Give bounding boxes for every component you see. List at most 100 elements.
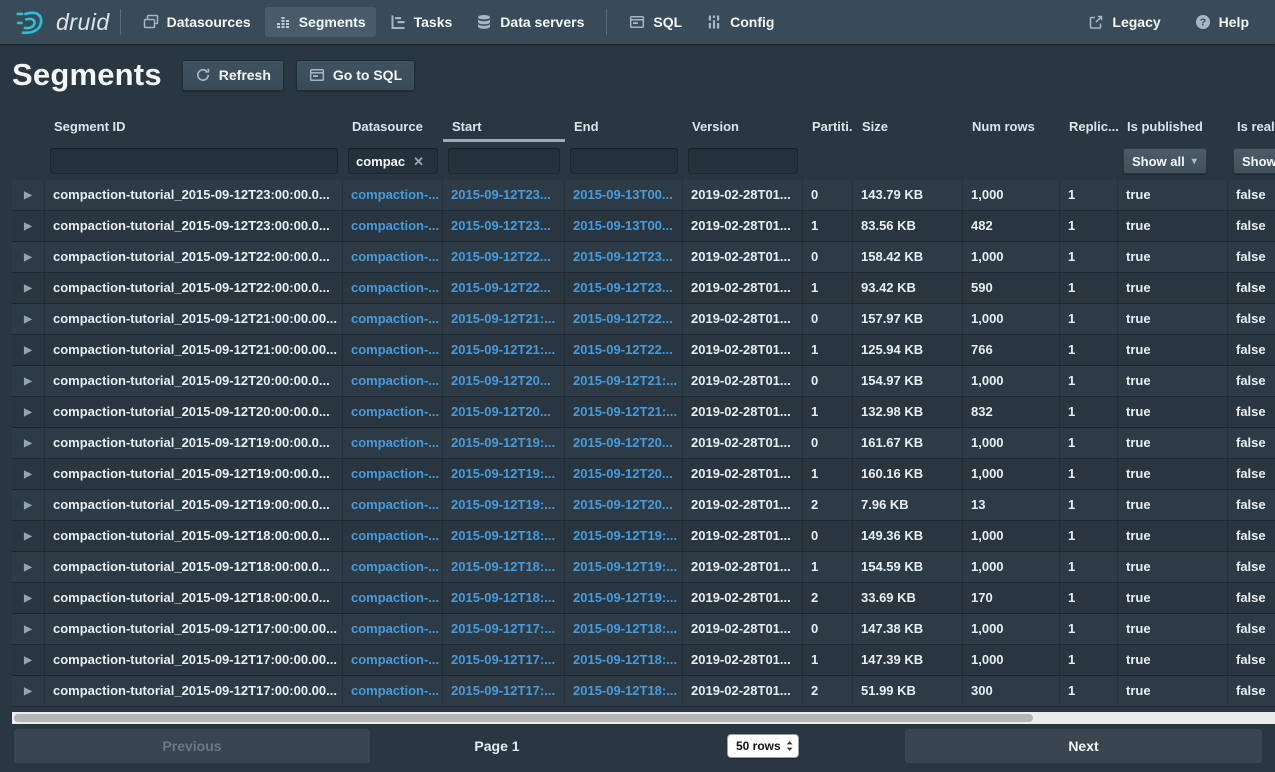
datasource-link[interactable]: compaction-... <box>343 397 443 427</box>
col-replicas[interactable]: Replic... <box>1060 112 1118 142</box>
start-link[interactable]: 2015-09-12T20... <box>443 366 565 396</box>
datasource-link[interactable]: compaction-... <box>343 335 443 365</box>
end-link[interactable]: 2015-09-12T18:... <box>565 614 683 644</box>
start-link[interactable]: 2015-09-12T19:... <box>443 459 565 489</box>
expand-row-button[interactable]: ▶ <box>12 459 45 489</box>
end-link[interactable]: 2015-09-12T23... <box>565 273 683 303</box>
col-end[interactable]: End <box>565 112 683 142</box>
start-link[interactable]: 2015-09-12T18:... <box>443 521 565 551</box>
datasource-link[interactable]: compaction-... <box>343 676 443 706</box>
nav-data-servers[interactable]: Data servers <box>466 7 594 37</box>
datasource-filter-input[interactable]: compac ✕ <box>348 148 438 174</box>
expand-row-button[interactable]: ▶ <box>12 428 45 458</box>
start-link[interactable]: 2015-09-12T23... <box>443 180 565 210</box>
datasource-link[interactable]: compaction-... <box>343 459 443 489</box>
expand-row-button[interactable]: ▶ <box>12 676 45 706</box>
expand-row-button[interactable]: ▶ <box>12 335 45 365</box>
datasource-link[interactable]: compaction-... <box>343 211 443 241</box>
version-filter-input[interactable] <box>688 148 798 174</box>
datasource-link[interactable]: compaction-... <box>343 552 443 582</box>
horizontal-scrollbar[interactable] <box>12 712 1275 724</box>
col-num-rows[interactable]: Num rows <box>963 112 1060 142</box>
datasource-link[interactable]: compaction-... <box>343 273 443 303</box>
start-link[interactable]: 2015-09-12T18:... <box>443 583 565 613</box>
start-link[interactable]: 2015-09-12T18:... <box>443 552 565 582</box>
end-link[interactable]: 2015-09-12T20... <box>565 490 683 520</box>
start-link[interactable]: 2015-09-12T22... <box>443 273 565 303</box>
end-link[interactable]: 2015-09-12T20... <box>565 428 683 458</box>
is-published-filter-select[interactable]: Show all ▾ <box>1123 148 1207 174</box>
datasource-link[interactable]: compaction-... <box>343 180 443 210</box>
datasource-link[interactable]: compaction-... <box>343 242 443 272</box>
start-filter-input[interactable] <box>448 148 560 174</box>
col-datasource[interactable]: Datasource <box>343 112 443 142</box>
datasource-link[interactable]: compaction-... <box>343 521 443 551</box>
col-version[interactable]: Version <box>683 112 803 142</box>
end-link[interactable]: 2015-09-12T21:... <box>565 366 683 396</box>
brand-logo[interactable]: druid <box>14 5 110 39</box>
nav-datasources[interactable]: Datasources <box>133 7 261 37</box>
start-link[interactable]: 2015-09-12T17:... <box>443 676 565 706</box>
end-link[interactable]: 2015-09-12T23... <box>565 242 683 272</box>
segment-id-filter-input[interactable] <box>50 148 338 174</box>
remove-tag-icon[interactable]: ✕ <box>413 155 424 168</box>
expand-row-button[interactable]: ▶ <box>12 273 45 303</box>
end-link[interactable]: 2015-09-12T21:... <box>565 397 683 427</box>
scrollbar-thumb[interactable] <box>14 714 1033 722</box>
end-link[interactable]: 2015-09-13T00... <box>565 180 683 210</box>
start-link[interactable]: 2015-09-12T17:... <box>443 614 565 644</box>
expand-row-button[interactable]: ▶ <box>12 304 45 334</box>
nav-legacy[interactable]: Legacy <box>1078 7 1170 37</box>
page-size-select[interactable]: 50 rows <box>727 734 799 758</box>
datasource-link[interactable]: compaction-... <box>343 614 443 644</box>
end-link[interactable]: 2015-09-12T22... <box>565 335 683 365</box>
expand-row-button[interactable]: ▶ <box>12 583 45 613</box>
col-partition[interactable]: Partiti... <box>803 112 853 142</box>
end-link[interactable]: 2015-09-12T18:... <box>565 676 683 706</box>
col-start[interactable]: Start <box>443 112 565 142</box>
expand-row-button[interactable]: ▶ <box>12 490 45 520</box>
start-link[interactable]: 2015-09-12T17:... <box>443 645 565 675</box>
expand-row-button[interactable]: ▶ <box>12 645 45 675</box>
is-realtime-filter-select[interactable]: Show all ▾ <box>1233 148 1275 174</box>
start-link[interactable]: 2015-09-12T23... <box>443 211 565 241</box>
end-link[interactable]: 2015-09-12T22... <box>565 304 683 334</box>
datasource-link[interactable]: compaction-... <box>343 428 443 458</box>
end-link[interactable]: 2015-09-12T20... <box>565 459 683 489</box>
start-link[interactable]: 2015-09-12T19:... <box>443 428 565 458</box>
end-filter-input[interactable] <box>570 148 678 174</box>
expand-row-button[interactable]: ▶ <box>12 211 45 241</box>
start-link[interactable]: 2015-09-12T19:... <box>443 490 565 520</box>
datasource-link[interactable]: compaction-... <box>343 304 443 334</box>
datasource-link[interactable]: compaction-... <box>343 645 443 675</box>
expand-row-button[interactable]: ▶ <box>12 242 45 272</box>
expand-row-button[interactable]: ▶ <box>12 366 45 396</box>
nav-help[interactable]: ? Help <box>1185 7 1259 37</box>
expand-row-button[interactable]: ▶ <box>12 180 45 210</box>
col-is-realtime[interactable]: Is realtime <box>1228 112 1275 142</box>
go-to-sql-button[interactable]: Go to SQL <box>296 60 415 91</box>
nav-tasks[interactable]: Tasks <box>380 7 463 37</box>
end-link[interactable]: 2015-09-13T00... <box>565 211 683 241</box>
expand-row-button[interactable]: ▶ <box>12 397 45 427</box>
refresh-button[interactable]: Refresh <box>182 60 284 91</box>
nav-sql[interactable]: SQL <box>619 7 692 37</box>
nav-segments[interactable]: Segments <box>265 7 376 37</box>
datasource-link[interactable]: compaction-... <box>343 366 443 396</box>
col-is-published[interactable]: Is published <box>1118 112 1228 142</box>
datasource-link[interactable]: compaction-... <box>343 583 443 613</box>
expand-row-button[interactable]: ▶ <box>12 614 45 644</box>
col-size[interactable]: Size <box>853 112 963 142</box>
end-link[interactable]: 2015-09-12T19:... <box>565 552 683 582</box>
expand-row-button[interactable]: ▶ <box>12 552 45 582</box>
end-link[interactable]: 2015-09-12T19:... <box>565 521 683 551</box>
nav-config[interactable]: Config <box>696 7 784 37</box>
end-link[interactable]: 2015-09-12T19:... <box>565 583 683 613</box>
start-link[interactable]: 2015-09-12T22... <box>443 242 565 272</box>
start-link[interactable]: 2015-09-12T21:... <box>443 335 565 365</box>
start-link[interactable]: 2015-09-12T20... <box>443 397 565 427</box>
start-link[interactable]: 2015-09-12T21:... <box>443 304 565 334</box>
next-page-button[interactable]: Next <box>905 729 1262 763</box>
expand-row-button[interactable]: ▶ <box>12 521 45 551</box>
datasource-link[interactable]: compaction-... <box>343 490 443 520</box>
